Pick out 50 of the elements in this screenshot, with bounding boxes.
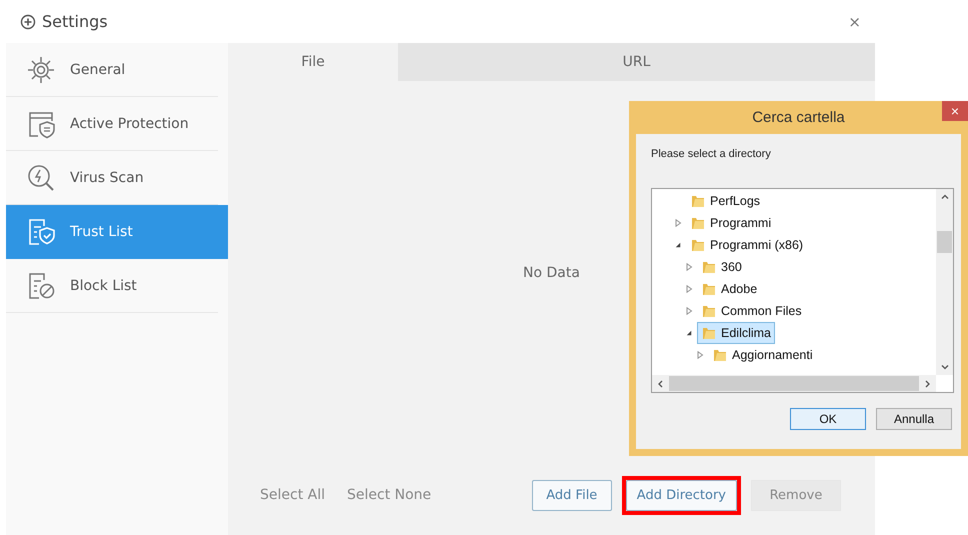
collapsed-arrow-icon[interactable] [685, 263, 693, 271]
sidebar-label: General [70, 62, 126, 78]
window-title: Settings [42, 12, 108, 31]
scroll-thumb[interactable] [669, 376, 919, 391]
vertical-scrollbar[interactable] [936, 189, 953, 375]
collapsed-arrow-icon[interactable] [685, 285, 693, 293]
folder-icon [701, 303, 717, 319]
footer-button[interactable]: Add Directory [626, 480, 737, 510]
sidebar-item[interactable]: Block List [6, 259, 218, 313]
folder-item[interactable]: 360 [697, 256, 746, 278]
folder-icon [690, 193, 706, 209]
folder-icon [690, 215, 706, 231]
expanded-arrow-icon[interactable] [686, 330, 692, 336]
gear-icon [26, 54, 56, 84]
collapsed-arrow-icon[interactable] [674, 219, 682, 227]
sidebar-label: Active Protection [70, 116, 189, 132]
sidebar-item[interactable]: General [6, 43, 218, 97]
collapsed-arrow-icon[interactable] [696, 351, 704, 359]
dialog-title: Cerca cartella [752, 109, 845, 126]
list-shield-icon [26, 216, 56, 246]
folder-item[interactable]: PerfLogs [686, 190, 764, 212]
close-button[interactable]: × [844, 12, 865, 30]
magnifier-bolt-icon [26, 162, 56, 192]
dialog-button[interactable]: Annulla [876, 408, 952, 430]
prompt-text: Please select a directory [651, 148, 772, 160]
folder-item[interactable]: Aggiornamenti [708, 344, 817, 366]
folder-icon [701, 325, 717, 341]
footer-button[interactable]: Add File [532, 480, 612, 510]
dialog-button[interactable]: OK [790, 408, 866, 430]
folder-item[interactable]: Adobe [697, 278, 762, 300]
sidebar-label: Trust List [70, 224, 133, 240]
folder-icon [701, 281, 717, 297]
folder-item[interactable]: Edilclima [697, 322, 776, 344]
scroll-thumb[interactable] [937, 231, 952, 253]
folder-icon [701, 259, 717, 275]
horizontal-scrollbar[interactable] [652, 375, 936, 392]
folder-icon [712, 347, 728, 363]
sidebar-label: Block List [70, 278, 137, 294]
folder-item[interactable]: Programmi [686, 212, 776, 234]
close-button[interactable]: × [942, 101, 968, 121]
expanded-arrow-icon[interactable] [675, 242, 681, 248]
folder-item[interactable]: Common Files [697, 300, 806, 322]
empty-message: No Data [523, 265, 580, 281]
sidebar-item[interactable]: Active Protection [6, 97, 218, 151]
tab[interactable]: URL [398, 43, 875, 81]
sidebar-label: Virus Scan [70, 170, 144, 186]
collapsed-arrow-icon[interactable] [685, 307, 693, 315]
folder-icon [690, 237, 706, 253]
folder-item[interactable]: Programmi (x86) [686, 234, 808, 256]
settings-icon [20, 14, 36, 30]
